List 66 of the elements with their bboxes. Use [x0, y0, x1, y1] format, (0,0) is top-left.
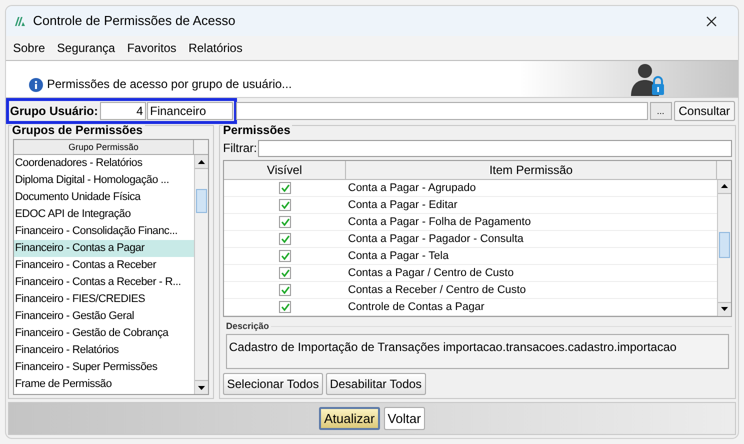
column-header: Visível	[224, 160, 346, 179]
field-label: Grupo Usuário:	[10, 103, 100, 120]
list-item[interactable]: Financeiro - Super Permissões	[14, 359, 194, 376]
column-header: Grupo Permissão	[14, 140, 194, 155]
action-button[interactable]: Desabilitar Todos	[326, 373, 426, 395]
list-item[interactable]: Financeiro - Contas a Pagar	[14, 240, 194, 257]
browse-button[interactable]: ...	[650, 102, 672, 120]
table-cell-text: Conta a Pagar - Pagador - Consulta	[347, 232, 524, 247]
action-button[interactable]: Selecionar Todos	[223, 373, 323, 395]
list-item[interactable]: Financeiro - Contas a Receber	[14, 257, 194, 274]
list-item[interactable]: Financeiro - Gestão Geral	[14, 308, 194, 325]
checkbox[interactable]	[279, 250, 291, 262]
scrollbar[interactable]	[194, 155, 208, 394]
table-cell-text: Conta a Pagar - Agrupado	[347, 180, 477, 196]
header-corner	[194, 140, 208, 155]
panel-title: Grupos de Permissões	[12, 124, 145, 137]
section-label: Descrição	[225, 320, 270, 333]
scrollbar[interactable]	[717, 180, 731, 316]
list-item[interactable]: Financeiro - FIES/CREDIES	[14, 291, 194, 308]
list-item[interactable]: Financeiro - Gestão de Cobrança	[14, 325, 194, 342]
scroll-thumb[interactable]	[719, 232, 730, 258]
menu-item[interactable]: Sobre	[13, 39, 46, 57]
banner-text: Permissões de acesso por grupo de usuário...	[47, 76, 293, 93]
footer-button[interactable]: Atualizar	[319, 407, 380, 430]
list-item[interactable]: Diploma Digital - Homologação ...	[14, 172, 194, 189]
table-cell-text: Contas a Pagar / Centro de Custo	[347, 266, 515, 281]
list-item[interactable]: Frame de Permissão	[14, 376, 194, 393]
list-item[interactable]: Financeiro - Consolidação Financ...	[14, 223, 194, 240]
code-field[interactable]: 4	[100, 102, 146, 120]
list-item[interactable]: Documento Unidade Física	[14, 189, 194, 206]
scroll-up-icon[interactable]	[195, 155, 208, 169]
list-item[interactable]: Coordenadores - Relatórios	[14, 155, 194, 172]
panel-title: Permissões	[223, 124, 292, 137]
checkbox[interactable]	[279, 182, 291, 194]
column-header: Item Permissão	[346, 160, 717, 179]
scroll-down-icon[interactable]	[195, 380, 208, 394]
filter-field[interactable]	[258, 140, 732, 157]
close-icon[interactable]	[706, 16, 717, 26]
table-cell-text: Contas a Receber / Centro de Custo	[347, 282, 527, 298]
table-cell-text: Controle de Contas a Pagar	[347, 300, 486, 315]
list-item[interactable]: EDOC API de Integração	[14, 206, 194, 223]
description-box: Cadastro de Importação de Transações importacao.transacoes.cadastro.importacao	[226, 334, 729, 369]
list-item[interactable]: Financeiro - Relatórios	[14, 342, 194, 359]
query-button[interactable]: Consultar	[674, 101, 735, 121]
table-cell-text: Conta a Pagar - Tela	[347, 248, 450, 264]
checkbox[interactable]	[279, 266, 291, 279]
menu-item[interactable]: Relatórios	[188, 39, 242, 57]
app-logo-icon	[15, 16, 25, 26]
checkbox[interactable]	[279, 232, 291, 245]
checkbox[interactable]	[279, 300, 291, 313]
name-field[interactable]: Financeiro	[147, 102, 234, 120]
list-item[interactable]: Financeiro - Contas a Receber - R...	[14, 274, 194, 291]
checkbox[interactable]	[279, 284, 291, 296]
footer-button[interactable]: Voltar	[384, 407, 425, 430]
scroll-down-icon[interactable]	[718, 302, 731, 316]
menu-item[interactable]: Segurança	[57, 39, 116, 57]
scroll-thumb[interactable]	[196, 189, 207, 213]
scroll-up-icon[interactable]	[718, 180, 731, 194]
filter-label: Filtrar:	[223, 140, 257, 158]
checkbox[interactable]	[279, 198, 291, 211]
menu-item[interactable]: Favoritos	[127, 39, 176, 57]
info-icon	[29, 78, 43, 92]
checkbox[interactable]	[279, 216, 291, 228]
window-title: Controle de Permissões de Acesso	[33, 12, 236, 30]
table-cell-text: Conta a Pagar - Editar	[347, 198, 458, 213]
table-cell-text: Conta a Pagar - Folha de Pagamento	[347, 214, 532, 230]
